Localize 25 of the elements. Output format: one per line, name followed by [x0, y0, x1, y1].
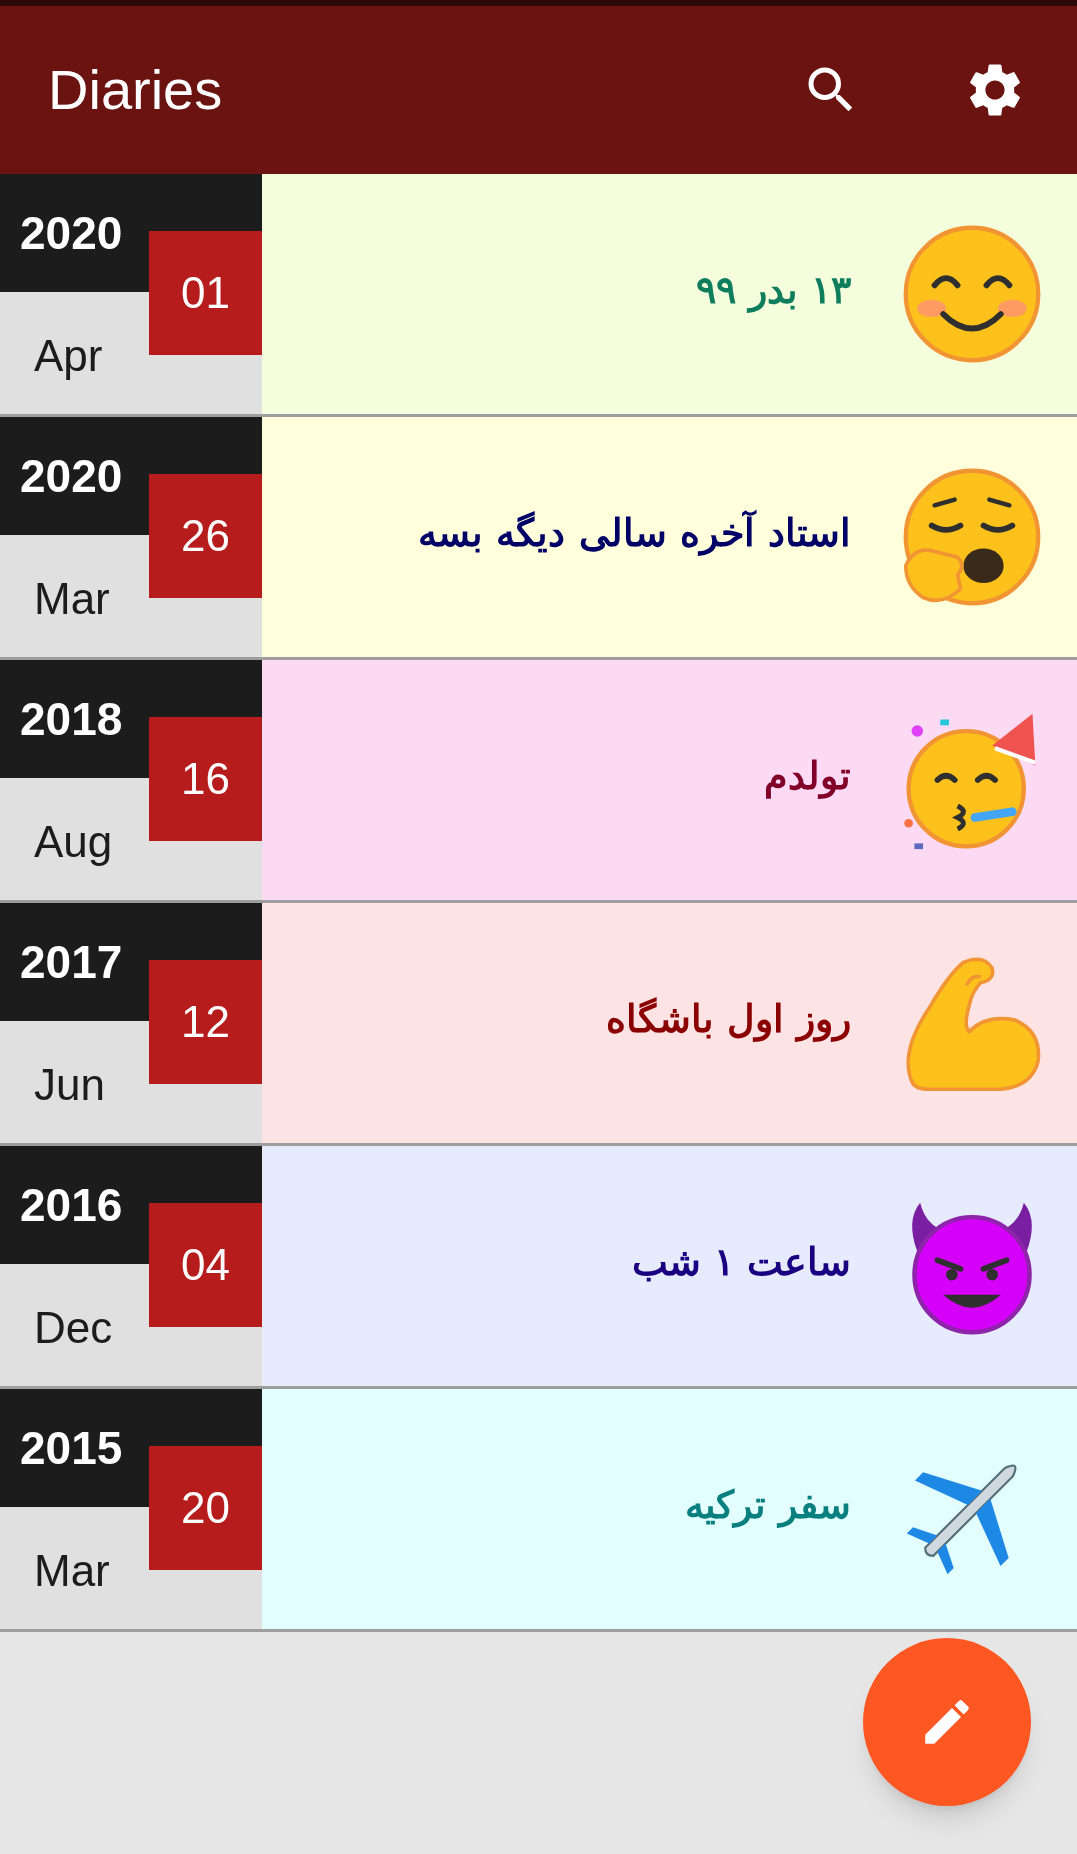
- app-title: Diaries: [48, 57, 224, 123]
- diary-title: سفر ترکیه: [684, 1480, 851, 1530]
- year-text: 2016: [20, 1177, 123, 1233]
- diary-title: روز اول باشگاه: [605, 994, 851, 1044]
- year-text: 2020: [20, 448, 123, 504]
- year-text: 2017: [20, 934, 123, 990]
- diary-title: تولدم: [764, 751, 851, 801]
- month-text: Mar: [34, 1545, 110, 1597]
- month-text: Jun: [34, 1059, 105, 1111]
- day-badge: 12: [149, 960, 262, 1084]
- year-text: 2018: [20, 691, 123, 747]
- month-text: Dec: [34, 1302, 113, 1354]
- day-badge: 01: [149, 231, 262, 355]
- day-badge: 16: [149, 717, 262, 841]
- day-badge: 20: [149, 1446, 262, 1570]
- diary-title: استاد آخره سالی دیگه بسه: [418, 508, 851, 558]
- diary-title: ساعت ۱ شب: [631, 1237, 851, 1286]
- month-text: Mar: [34, 573, 110, 625]
- month-text: Aug: [34, 816, 113, 868]
- day-badge: 26: [149, 474, 262, 598]
- month-text: Apr: [34, 330, 103, 382]
- year-text: 2020: [20, 205, 123, 261]
- diary-title: ۱۳ بدر ۹۹: [695, 265, 851, 315]
- year-text: 2015: [20, 1420, 123, 1476]
- day-badge: 04: [149, 1203, 262, 1327]
